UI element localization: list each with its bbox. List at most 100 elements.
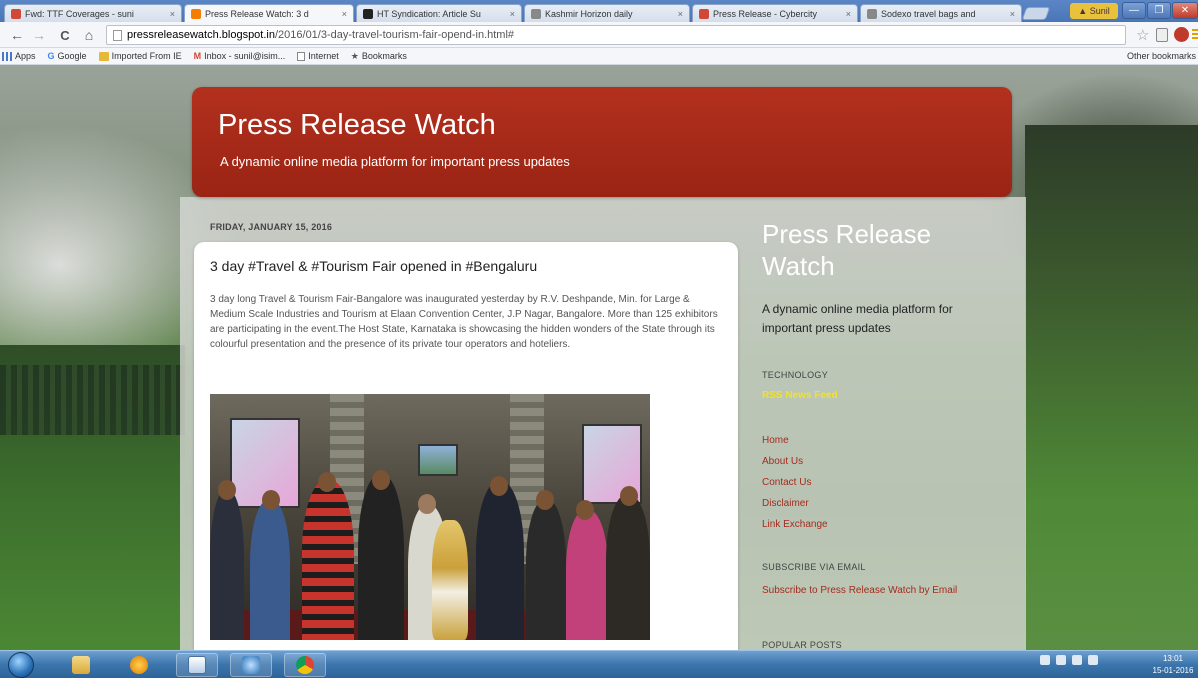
photo-head [218,480,236,500]
page-icon [113,29,122,41]
tab-close-icon[interactable]: × [342,9,347,19]
bookmark-inbox[interactable]: M Inbox - sunil@isim... [194,51,286,61]
bookmark-internet[interactable]: Internet [297,51,339,61]
sidebar-link-about-us[interactable]: About Us [762,455,803,468]
taskbar-notepad[interactable] [176,653,218,677]
photo-head [262,490,280,510]
sidebar-link-contact-us[interactable]: Contact Us [762,476,811,489]
rss-news-feed-link[interactable]: RSS News Feed [762,389,838,402]
tab-close-icon[interactable]: × [510,9,515,19]
system-tray [1040,655,1098,665]
address-bar[interactable]: pressreleasewatch.blogspot.in/2016/01/3-… [106,25,1126,45]
back-arrow-icon[interactable]: ← [8,26,26,44]
windows-taskbar: 13:01 15-01-2016 [0,650,1198,678]
taskbar-network[interactable] [230,653,272,677]
subscribe-email-link[interactable]: Subscribe to Press Release Watch by Emai… [762,584,977,597]
taskbar-explorer[interactable] [60,653,102,677]
bookmark-bookmarks[interactable]: ★ Bookmarks [351,51,407,62]
photo-person [476,482,524,640]
photo-head [620,486,638,506]
extension-icon[interactable] [1156,28,1168,42]
post-title[interactable]: 3 day #Travel & #Tourism Fair opened in … [210,258,537,274]
background-trees [0,365,185,435]
photo-person [250,500,290,640]
sidebar-blog-title[interactable]: Press Release Watch [762,218,1002,282]
browser-tab[interactable]: Press Release - Cybercity × [692,4,858,22]
google-icon: G [47,51,55,61]
photo-head [576,500,594,520]
photo-screen [418,444,458,476]
gmail-icon: M [193,51,202,61]
start-button[interactable] [8,652,34,678]
browser-tab-active[interactable]: Press Release Watch: 3 d × [184,4,354,22]
post-photo[interactable] [210,394,650,640]
browser-tab[interactable]: Sodexo travel bags and × [860,4,1022,22]
profile-badge[interactable]: ▲ Sunil [1070,3,1118,19]
explorer-icon [72,656,90,674]
blog-post: 3 day #Travel & #Tourism Fair opened in … [194,242,738,650]
photo-head [490,476,508,496]
post-body: 3 day long Travel & Tourism Fair-Bangalo… [210,294,718,350]
page-favicon-icon [867,8,877,19]
blog-description: A dynamic online media platform for impo… [220,154,570,169]
tray-arrow-icon[interactable] [1040,655,1050,665]
blog-title[interactable]: Press Release Watch [218,109,496,142]
sidebar-link-disclaimer[interactable]: Disclaimer [762,497,809,510]
photo-person [526,500,566,640]
star-icon: ★ [350,50,359,61]
maximize-button[interactable]: ❐ [1147,2,1171,19]
chrome-menu-icon[interactable] [1192,29,1198,41]
apps-grid-icon [2,51,12,61]
browser-tab[interactable]: HT Syndication: Article Su × [356,4,522,22]
tab-close-icon[interactable]: × [846,9,851,19]
sidebar-blog-description: A dynamic online media platform for impo… [762,302,953,335]
blogger-favicon-icon [191,8,201,19]
bookmarks-bar: Apps G Google Imported From IE M Inbox -… [0,48,1198,65]
minimize-button[interactable]: — [1122,2,1146,19]
clock-date: 15-01-2016 [1152,666,1194,675]
url-path: /2016/01/3-day-travel-tourism-fair-opend… [274,29,515,41]
photo-person [566,510,608,640]
photo-head [372,470,390,490]
blog-header: Press Release Watch A dynamic online med… [192,87,1012,197]
bookmark-star-icon[interactable]: ☆ [1136,26,1149,44]
ht-favicon-icon [363,8,373,19]
sidebar-link-home[interactable]: Home [762,434,789,447]
home-icon[interactable]: ⌂ [80,26,98,44]
photo-head [318,472,336,492]
network-icon [242,656,260,674]
extension-badge-icon[interactable] [1174,27,1189,42]
forward-arrow-icon[interactable]: → [30,26,48,44]
tray-volume-icon[interactable] [1088,655,1098,665]
tab-close-icon[interactable]: × [1010,9,1015,19]
page-favicon-icon [531,8,541,19]
sidebar-popular-posts-heading: POPULAR POSTS [762,640,842,650]
url-host: pressreleasewatch.blogspot.in [127,29,275,41]
reload-icon[interactable]: C [56,26,74,44]
new-tab-button[interactable] [1021,7,1051,20]
sidebar-technology-heading: TECHNOLOGY [762,370,829,380]
folder-icon [98,51,109,61]
bookmark-google[interactable]: G Google [48,51,87,61]
browser-tab[interactable]: Fwd: TTF Coverages - suni × [4,4,182,22]
gmail-favicon-icon [11,8,21,19]
bookmark-apps[interactable]: Apps [2,51,36,61]
tray-flag-icon[interactable] [1056,655,1066,665]
sidebar-subscribe-heading: SUBSCRIBE VIA EMAIL [762,562,866,572]
page-icon [297,51,306,61]
sidebar-link-link-exchange[interactable]: Link Exchange [762,518,828,531]
taskbar-clock[interactable]: 13:01 15-01-2016 [1152,653,1194,677]
tab-close-icon[interactable]: × [678,9,683,19]
taskbar-media-player[interactable] [118,653,160,677]
tray-network-icon[interactable] [1072,655,1082,665]
browser-tab[interactable]: Kashmir Horizon daily × [524,4,690,22]
other-bookmarks[interactable]: Other bookmarks [1124,51,1196,61]
post-date-header: FRIDAY, JANUARY 15, 2016 [210,222,333,232]
bookmark-imported-from-ie[interactable]: Imported From IE [98,51,182,61]
background-hillside [1025,125,1198,650]
photo-person [606,495,650,640]
tab-close-icon[interactable]: × [170,9,175,19]
close-window-button[interactable]: ✕ [1172,2,1198,19]
taskbar-chrome[interactable] [284,653,326,677]
photo-head [536,490,554,510]
